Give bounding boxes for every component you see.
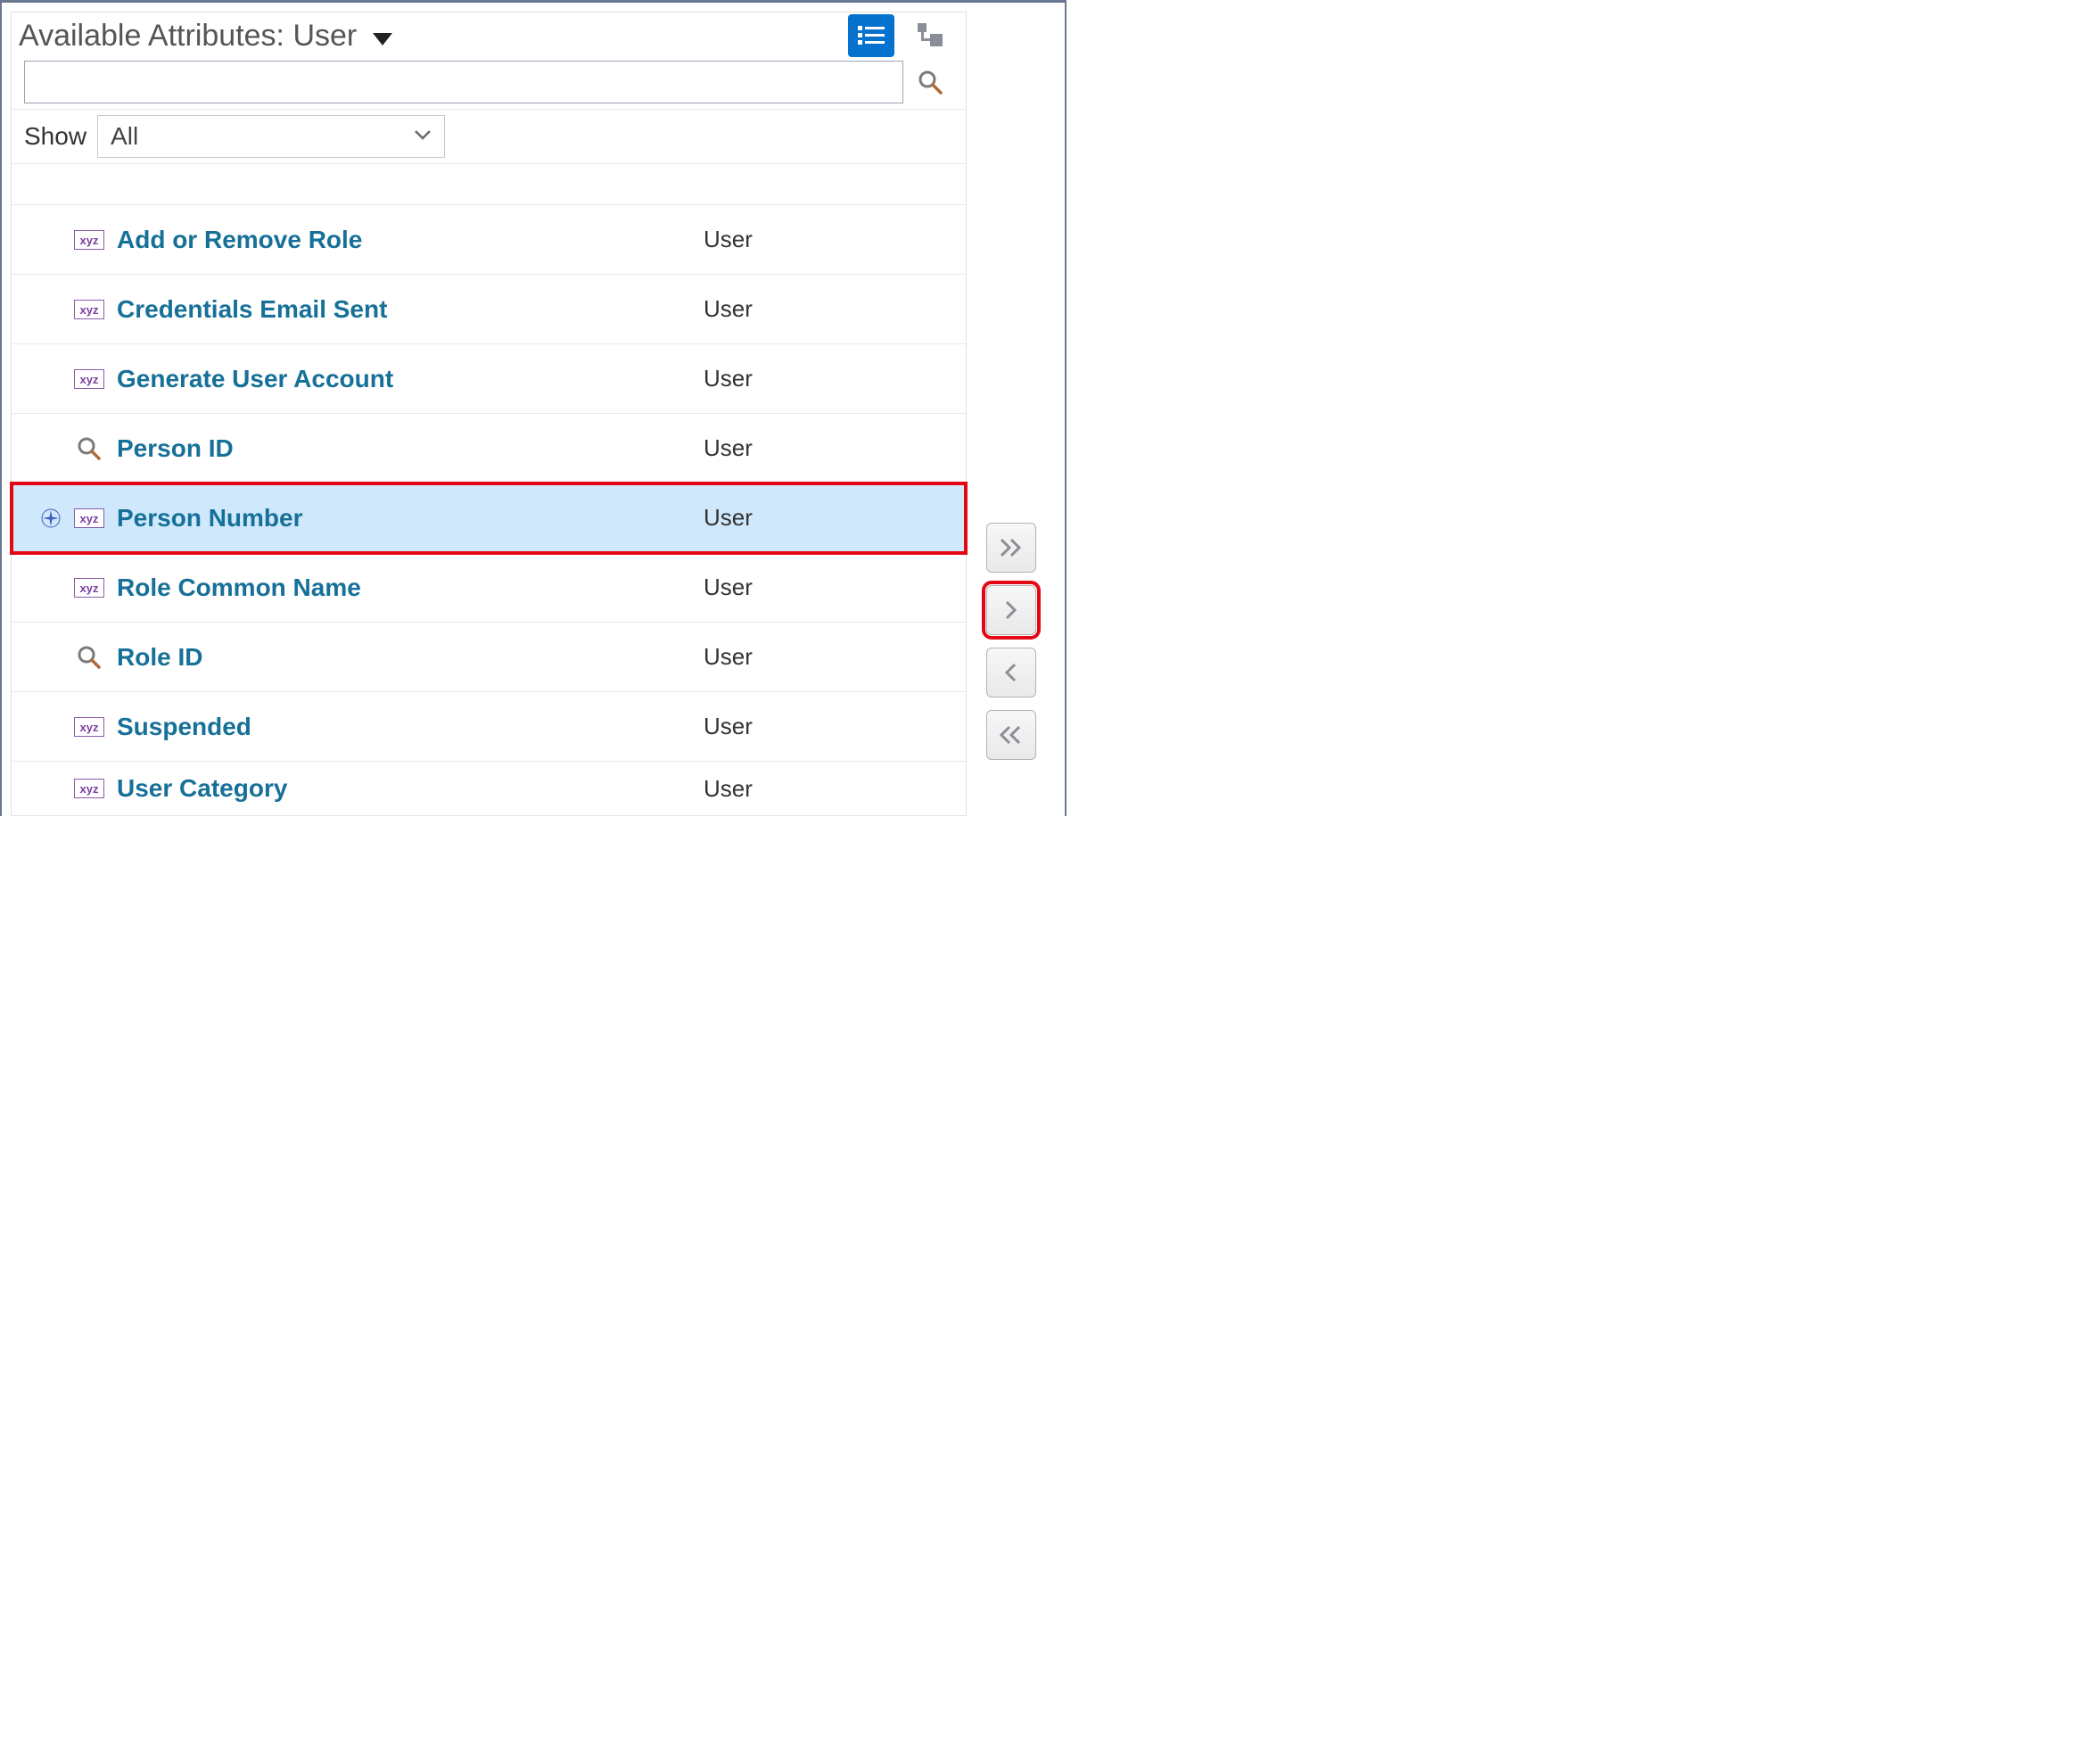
attribute-name: Person ID [117,434,704,463]
tree-view-button[interactable] [907,14,953,57]
svg-text:xyz: xyz [80,373,99,386]
xyz-type-icon-wrap: xyz [72,369,106,389]
attribute-category: User [704,434,953,462]
chevron-double-right-icon [1000,538,1023,557]
attribute-category: User [704,295,953,323]
caret-down-icon [373,19,392,54]
attribute-category: User [704,504,953,532]
spacer-row [12,164,966,205]
filter-label: Show [24,122,86,151]
row-marker [29,508,72,529]
attribute-name: Add or Remove Role [117,226,704,254]
attribute-row[interactable]: Person IDUser [12,414,966,483]
show-select-value: All [111,122,414,151]
attribute-row[interactable]: xyz Role Common NameUser [12,553,966,623]
svg-text:xyz: xyz [80,512,99,525]
attribute-row[interactable]: xyz Credentials Email SentUser [12,275,966,344]
xyz-type-icon: xyz [74,578,104,598]
attributes-panel-container: Available Attributes: User [0,0,1066,816]
xyz-type-icon-wrap: xyz [72,578,106,598]
hierarchy-icon [916,23,944,48]
attribute-row[interactable]: Role IDUser [12,623,966,692]
attribute-row[interactable]: xyz Generate User AccountUser [12,344,966,414]
svg-text:xyz: xyz [80,782,99,796]
magnifier-type-icon [77,436,102,461]
attribute-category: User [704,226,953,253]
xyz-type-icon: xyz [74,230,104,250]
svg-text:xyz: xyz [80,303,99,317]
xyz-type-icon: xyz [74,369,104,389]
xyz-type-icon: xyz [74,779,104,798]
view-toggle-group [848,14,953,57]
attribute-category: User [704,775,953,803]
attribute-row[interactable]: xyz Add or Remove RoleUser [12,205,966,275]
svg-text:xyz: xyz [80,721,99,734]
xyz-type-icon-wrap: xyz [72,717,106,737]
chevron-down-icon [414,128,432,144]
panel-header: Available Attributes: User [12,12,966,61]
attribute-name: Person Number [117,504,704,532]
attribute-row[interactable]: xyz SuspendedUser [12,692,966,762]
xyz-type-icon-wrap: xyz [72,779,106,798]
xyz-type-icon-wrap: xyz [72,300,106,319]
attribute-list: xyzAdd or Remove RoleUserxyzCredentials … [12,205,966,815]
attribute-category: User [704,643,953,671]
attribute-row[interactable]: xyz Person NumberUser [12,483,966,553]
attribute-name: Role Common Name [117,574,704,602]
magnifier-type-icon [77,645,102,670]
shuttle-controls [967,466,1056,816]
chevron-right-icon [1003,600,1019,620]
panel-title-value: User [292,19,357,53]
add-all-button[interactable] [986,523,1036,573]
remove-all-button[interactable] [986,710,1036,760]
panel-title-prefix: Available Attributes: [19,19,284,53]
chevron-left-icon [1003,663,1019,682]
svg-text:xyz: xyz [80,234,99,247]
search-button[interactable] [907,61,953,103]
svg-text:xyz: xyz [80,582,99,595]
attribute-name: Credentials Email Sent [117,295,704,324]
search-row [12,61,966,109]
list-view-button[interactable] [848,14,894,57]
xyz-type-icon-wrap: xyz [72,230,106,250]
attribute-name: Role ID [117,643,704,672]
attribute-name: Generate User Account [117,365,704,393]
xyz-type-icon-wrap: xyz [72,508,106,528]
available-attributes-panel: Available Attributes: User [11,12,967,816]
chevron-double-left-icon [1000,725,1023,745]
remove-one-button[interactable] [986,648,1036,698]
list-icon [858,25,885,46]
search-icon [918,70,943,95]
attribute-category: User [704,713,953,740]
attribute-name: Suspended [117,713,704,741]
xyz-type-icon: xyz [74,508,104,528]
attribute-row[interactable]: xyz User CategoryUser [12,762,966,815]
attribute-name: User Category [117,774,704,803]
attribute-category: User [704,574,953,601]
selection-marker-icon [40,508,62,529]
search-input[interactable] [24,61,903,103]
attribute-category: User [704,365,953,392]
magnifier-type-icon-wrap [72,645,106,670]
filter-row: Show All [12,109,966,164]
panel-title-dropdown[interactable]: Available Attributes: User [19,19,848,54]
add-one-button[interactable] [986,585,1036,635]
show-select[interactable]: All [97,115,445,158]
magnifier-type-icon-wrap [72,436,106,461]
xyz-type-icon: xyz [74,300,104,319]
xyz-type-icon: xyz [74,717,104,737]
